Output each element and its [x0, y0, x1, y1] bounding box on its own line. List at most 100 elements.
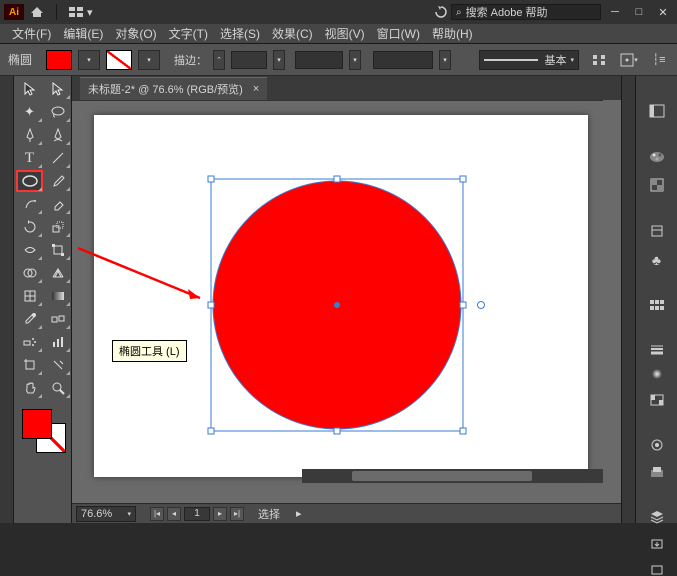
horizontal-scrollbar[interactable]: [302, 469, 603, 483]
perspective-grid-tool[interactable]: [44, 262, 71, 284]
eraser-tool[interactable]: [44, 193, 71, 215]
artboard-navigation: |◂ ◂ 1 ▸ ▸|: [150, 507, 244, 521]
stroke-style-dd-btn[interactable]: ▾: [349, 50, 361, 70]
document-tab[interactable]: 未标题-2* @ 76.6% (RGB/预览) ×: [80, 77, 267, 100]
color-panel-icon[interactable]: [646, 150, 668, 164]
column-graph-tool[interactable]: [44, 331, 71, 353]
free-transform-tool[interactable]: [44, 239, 71, 261]
line-tool[interactable]: [44, 147, 71, 169]
fill-color-box[interactable]: [22, 409, 52, 439]
stroke-weight-dropdown[interactable]: ▾: [273, 50, 285, 70]
gradient-panel-icon[interactable]: [646, 368, 668, 380]
menu-view[interactable]: 视图(V): [319, 25, 371, 42]
mesh-tool[interactable]: [16, 285, 43, 307]
slice-tool[interactable]: [44, 354, 71, 376]
selection-tool[interactable]: [16, 78, 43, 100]
swatches-panel-icon[interactable]: [646, 178, 668, 192]
graphic-styles-panel-icon[interactable]: [646, 466, 668, 478]
scale-tool[interactable]: [44, 216, 71, 238]
home-icon[interactable]: [26, 3, 48, 21]
direct-selection-tool[interactable]: [44, 78, 71, 100]
close-window-button[interactable]: ✕: [653, 4, 673, 20]
stroke-link-icon[interactable]: ⌃: [213, 50, 225, 70]
fill-stroke-indicator[interactable]: [14, 405, 71, 455]
chevron-down-icon: ▾: [127, 510, 131, 518]
minimize-button[interactable]: ─: [605, 4, 625, 20]
libraries-panel-icon[interactable]: [646, 224, 668, 238]
zoom-tool[interactable]: [44, 377, 71, 399]
shaper-tool[interactable]: [16, 193, 43, 215]
asset-export-panel-icon[interactable]: [646, 538, 668, 550]
title-bar: Ai ▾ ⌕ 搜索 Adobe 帮助 ─ □ ✕: [0, 0, 677, 24]
artboard[interactable]: [94, 115, 588, 477]
transform-panel-icon[interactable]: ▾: [619, 50, 639, 70]
menu-select[interactable]: 选择(S): [214, 25, 266, 42]
prev-artboard-button[interactable]: ◂: [167, 507, 181, 521]
pen-tool[interactable]: [16, 124, 43, 146]
next-artboard-button[interactable]: ▸: [213, 507, 227, 521]
sync-icon[interactable]: [435, 6, 447, 18]
menu-help[interactable]: 帮助(H): [426, 25, 479, 42]
type-tool[interactable]: T: [16, 147, 43, 169]
blend-tool[interactable]: [44, 308, 71, 330]
left-gutter: [0, 76, 14, 523]
last-artboard-button[interactable]: ▸|: [230, 507, 244, 521]
brushes-panel-icon[interactable]: ♣: [646, 252, 668, 268]
search-placeholder: 搜索 Adobe 帮助: [466, 4, 548, 20]
menu-edit[interactable]: 编辑(E): [57, 25, 109, 42]
annotation-arrow: [78, 248, 200, 299]
appearance-panel-icon[interactable]: [646, 438, 668, 452]
shape-builder-tool[interactable]: [16, 262, 43, 284]
stroke-dropdown[interactable]: ▾: [138, 50, 160, 70]
lasso-tool[interactable]: [44, 101, 71, 123]
main-area: ✦ T: [0, 76, 677, 523]
opacity-dd-btn[interactable]: ▾: [439, 50, 451, 70]
magic-wand-tool[interactable]: ✦: [16, 101, 43, 123]
workspace-switcher[interactable]: ▾: [63, 6, 99, 19]
artboard-tool[interactable]: [16, 354, 43, 376]
stroke-swatch[interactable]: [106, 50, 132, 70]
stroke-style-dropdown[interactable]: [295, 51, 343, 69]
layers-panel-icon[interactable]: [646, 510, 668, 524]
artboards-panel-icon[interactable]: [646, 564, 668, 576]
ellipse-tool[interactable]: [16, 170, 43, 192]
eyedropper-tool[interactable]: [16, 308, 43, 330]
ruler: [72, 100, 603, 101]
separator: [56, 4, 57, 20]
graphic-style[interactable]: 基本 ▾: [479, 50, 579, 70]
menu-object[interactable]: 对象(O): [109, 25, 162, 42]
width-tool[interactable]: [16, 239, 43, 261]
curvature-tool[interactable]: [44, 124, 71, 146]
transparency-panel-icon[interactable]: [646, 394, 668, 406]
stroke-weight-input[interactable]: [231, 51, 267, 69]
canvas[interactable]: 椭圆工具 (L): [72, 100, 621, 503]
status-dropdown-icon[interactable]: ▸: [296, 507, 302, 520]
fill-swatch[interactable]: [46, 50, 72, 70]
opacity-dropdown[interactable]: [373, 51, 433, 69]
gradient-tool[interactable]: [44, 285, 71, 307]
menu-type[interactable]: 文字(T): [163, 25, 214, 42]
menu-file[interactable]: 文件(F): [6, 25, 57, 42]
live-corner-widget[interactable]: [478, 302, 485, 309]
menu-effect[interactable]: 效果(C): [266, 25, 319, 42]
symbol-sprayer-tool[interactable]: [16, 331, 43, 353]
rotate-tool[interactable]: [16, 216, 43, 238]
stroke-panel-icon[interactable]: [646, 344, 668, 354]
maximize-button[interactable]: □: [629, 4, 649, 20]
help-search-input[interactable]: ⌕ 搜索 Adobe 帮助: [451, 4, 601, 20]
menu-window[interactable]: 窗口(W): [371, 25, 426, 42]
paintbrush-tool[interactable]: [44, 170, 71, 192]
align-panel-icon[interactable]: [589, 50, 609, 70]
fill-dropdown[interactable]: ▾: [78, 50, 100, 70]
more-options-icon[interactable]: ┆≡: [649, 50, 669, 70]
tab-close-button[interactable]: ×: [253, 83, 259, 95]
search-icon: ⌕: [456, 7, 462, 18]
hand-tool[interactable]: [16, 377, 43, 399]
first-artboard-button[interactable]: |◂: [150, 507, 164, 521]
properties-panel-icon[interactable]: [646, 104, 668, 118]
symbols-panel-icon[interactable]: [646, 300, 668, 312]
zoom-input[interactable]: 76.6%▾: [76, 506, 136, 522]
artboard-number-input[interactable]: 1: [184, 507, 210, 521]
menu-bar: 文件(F) 编辑(E) 对象(O) 文字(T) 选择(S) 效果(C) 视图(V…: [0, 24, 677, 44]
status-mode: 选择: [258, 506, 280, 522]
